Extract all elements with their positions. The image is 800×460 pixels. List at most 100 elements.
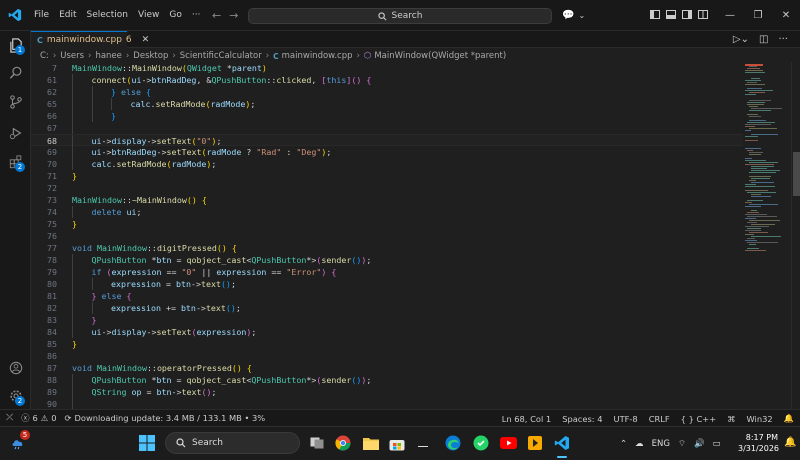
search-icon[interactable]: [6, 63, 26, 83]
command-center-search[interactable]: Search: [248, 8, 552, 24]
code-line[interactable]: 81} else {: [31, 290, 743, 302]
code-line[interactable]: 61 connect(ui->btnRadDeg, &QPushButton::c…: [31, 74, 743, 86]
indentation[interactable]: Spaces: 4: [562, 414, 602, 424]
line-endings[interactable]: CRLF: [649, 414, 670, 424]
whatsapp-icon[interactable]: [472, 434, 490, 452]
notification-center-icon[interactable]: 🔔: [784, 437, 796, 448]
code-line[interactable]: 74 delete ui;: [31, 206, 743, 218]
edge-icon[interactable]: [444, 434, 462, 452]
code-line[interactable]: 73 MainWindow::~MainWindow() {: [31, 194, 743, 206]
input-language[interactable]: ENG: [652, 439, 670, 449]
breadcrumb-segment[interactable]: hanee: [95, 51, 121, 61]
breadcrumb-symbol[interactable]: MainWindow(QWidget *parent): [374, 51, 506, 61]
store-icon[interactable]: [388, 434, 406, 452]
settings-gear-icon[interactable]: 2: [6, 386, 26, 406]
code-line[interactable]: 85}: [31, 338, 743, 350]
problems-indicator[interactable]: ⓧ 6 ⚠ 0: [21, 412, 56, 424]
taskbar-clock[interactable]: 8:17 PM 3/31/2026: [738, 432, 779, 454]
code-line[interactable]: 87 void MainWindow::operatorPressed() {: [31, 362, 743, 374]
scroll-thumb[interactable]: [793, 152, 800, 196]
code-line[interactable]: 79 if (expression == "0" || expression ==…: [31, 266, 743, 278]
back-arrow-icon[interactable]: ←: [212, 9, 221, 22]
start-windows-icon[interactable]: [138, 434, 156, 452]
toggle-secondary-sidebar-icon[interactable]: [682, 9, 692, 22]
code-line[interactable]: 66}: [31, 110, 743, 122]
menu-item[interactable]: ···: [187, 0, 206, 31]
code-editor[interactable]: 7 MainWindow::MainWindow(QWidget *parent)…: [31, 62, 743, 409]
account-icon[interactable]: [6, 358, 26, 378]
wifi-icon[interactable]: ⌔: [678, 439, 686, 449]
code-line[interactable]: 67: [31, 122, 743, 134]
minimize-icon[interactable]: —: [716, 10, 744, 21]
chrome-icon[interactable]: [334, 434, 352, 452]
code-line[interactable]: 78 QPushButton *btn = qobject_cast<QPushB…: [31, 254, 743, 266]
cursor-position[interactable]: Ln 68, Col 1: [502, 414, 551, 424]
onedrive-icon[interactable]: ☁: [635, 439, 644, 449]
chevron-down-icon[interactable]: ⌄: [578, 11, 585, 20]
code-line[interactable]: 82 expression += btn->text();: [31, 302, 743, 314]
restore-icon[interactable]: ❐: [744, 10, 772, 21]
editor-scrollbar[interactable]: [791, 62, 800, 409]
close-tab-icon[interactable]: ✕: [142, 35, 150, 45]
battery-icon[interactable]: ▭: [713, 439, 721, 449]
breadcrumb-segment[interactable]: C:: [40, 51, 49, 61]
code-line[interactable]: 65 calc.setRadMode(radMode);: [31, 98, 743, 110]
volume-icon[interactable]: 🔊: [694, 439, 705, 449]
breadcrumb-file[interactable]: mainwindow.cpp: [282, 51, 353, 61]
tray-overflow-icon[interactable]: ⌃: [620, 439, 627, 449]
code-line[interactable]: 77 void MainWindow::digitPressed() {: [31, 242, 743, 254]
code-line[interactable]: 69 ui->btnRadDeg->setText(radMode ? "Rad"…: [31, 146, 743, 158]
code-line[interactable]: 62} else {: [31, 86, 743, 98]
tab-mainwindow-cpp[interactable]: C mainwindow.cpp 6 ✕: [31, 31, 149, 48]
copilot-chat-icon[interactable]: 💬: [562, 10, 574, 21]
youtube-icon[interactable]: [499, 434, 517, 452]
code-line[interactable]: 7 MainWindow::MainWindow(QWidget *parent): [31, 62, 743, 74]
copilot-status-icon[interactable]: ⌘: [727, 414, 735, 424]
platform[interactable]: Win32: [747, 414, 773, 424]
close-icon[interactable]: ✕: [772, 10, 800, 21]
code-line[interactable]: 72: [31, 182, 743, 194]
menu-item[interactable]: Selection: [82, 0, 133, 31]
code-line[interactable]: 88 QPushButton *btn = qobject_cast<QPushB…: [31, 374, 743, 386]
extensions-icon[interactable]: 2: [6, 152, 26, 172]
run-code-icon[interactable]: ▷⌄: [733, 34, 749, 45]
language-mode[interactable]: { } C++: [681, 414, 717, 424]
breadcrumb-segment[interactable]: Desktop: [133, 51, 168, 61]
menu-item[interactable]: Go: [164, 0, 186, 31]
forward-arrow-icon[interactable]: →: [229, 9, 238, 22]
code-line[interactable]: 71}: [31, 170, 743, 182]
source-control-icon[interactable]: [6, 92, 26, 112]
remote-indicator-icon[interactable]: ⤫: [6, 413, 13, 423]
file-explorer-icon[interactable]: [362, 434, 380, 452]
breadcrumb-segment[interactable]: ScientificCalculator: [180, 51, 262, 61]
media-app-icon[interactable]: [526, 434, 544, 452]
menu-item[interactable]: Edit: [54, 0, 81, 31]
run-debug-icon[interactable]: [6, 123, 26, 143]
code-line[interactable]: 70 calc.setRadMode(radMode);: [31, 158, 743, 170]
toggle-sidebar-icon[interactable]: [650, 9, 660, 22]
menu-item[interactable]: View: [133, 0, 164, 31]
code-line[interactable]: 90: [31, 398, 743, 409]
vscode-taskbar-icon[interactable]: [553, 434, 571, 458]
arabic-app-icon[interactable]: ـــ: [414, 434, 432, 452]
code-line[interactable]: 84 ui->display->setText(expression);: [31, 326, 743, 338]
task-view-icon[interactable]: [308, 434, 326, 452]
code-line[interactable]: 76: [31, 230, 743, 242]
more-actions-icon[interactable]: ···: [778, 34, 788, 45]
toggle-panel-icon[interactable]: [666, 9, 676, 22]
menu-item[interactable]: File: [29, 0, 54, 31]
customize-layout-icon[interactable]: [698, 9, 708, 22]
breadcrumb-segment[interactable]: Users: [60, 51, 84, 61]
weather-widget-icon[interactable]: 5: [10, 430, 30, 451]
code-line[interactable]: 83}: [31, 314, 743, 326]
download-status[interactable]: ⟳ Downloading update: 3.4 MB / 133.1 MB •…: [65, 413, 266, 423]
notifications-bell-icon[interactable]: 🔔: [784, 413, 794, 424]
code-line[interactable]: 80 expression = btn->text();: [31, 278, 743, 290]
minimap[interactable]: [743, 62, 791, 409]
explorer-icon[interactable]: 1: [6, 35, 26, 55]
split-editor-icon[interactable]: ◫: [759, 34, 768, 45]
code-line[interactable]: 68 ui->display->setText("0");: [31, 134, 743, 147]
code-line[interactable]: 86: [31, 350, 743, 362]
code-line[interactable]: 89 QString op = btn->text();: [31, 386, 743, 398]
taskbar-search[interactable]: Search: [165, 432, 300, 454]
